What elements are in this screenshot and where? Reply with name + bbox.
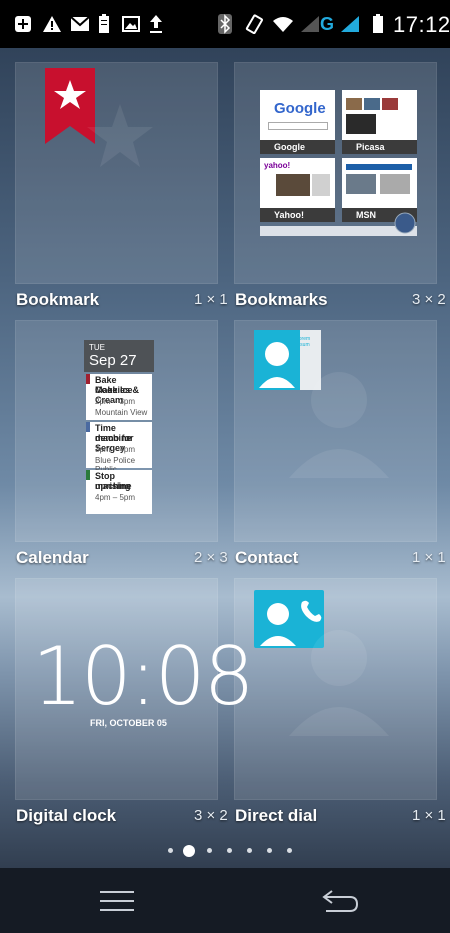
bookmark-thumb-yahoo: yahoo! Yahoo! <box>260 158 335 222</box>
calendar-dow: TUE <box>89 343 105 352</box>
widget-size: 1 × 1 <box>412 549 446 566</box>
widget-name: Calendar <box>16 548 89 567</box>
widget-tile-contact[interactable]: Lorem Ipsum <box>234 320 437 542</box>
signal-icon <box>340 14 360 34</box>
page-dot[interactable] <box>168 848 173 853</box>
page-dot[interactable] <box>227 848 232 853</box>
page-dot[interactable] <box>247 848 252 853</box>
status-time: 17:12 <box>393 12 450 37</box>
widget-size: 1 × 1 <box>412 807 446 824</box>
image-icon <box>122 14 140 34</box>
widget-tile-bookmarks[interactable]: Google Google Picasa yahoo! Yahoo! MSN <box>234 62 437 284</box>
thumb-label: Picasa <box>356 142 385 152</box>
event-time: 2pm – 3pm <box>95 397 136 406</box>
thumb-label: Yahoo! <box>274 210 305 220</box>
event-place: Mountain View <box>95 408 148 417</box>
clock-date: FRI, OCTOBER 05 <box>90 718 167 728</box>
mail-icon <box>70 14 90 34</box>
page-dot[interactable] <box>267 848 272 853</box>
page-dot[interactable] <box>207 848 212 853</box>
widget-name: Direct dial <box>235 806 318 825</box>
page-dot[interactable] <box>287 848 292 853</box>
widget-size: 2 × 3 <box>194 549 228 566</box>
calendar-event: Time machine demo for Sergey 3pm – 4pm B… <box>86 422 152 474</box>
plus-notification-icon <box>14 14 32 34</box>
calendar-date: Sep 27 <box>89 352 137 369</box>
widget-name: Bookmarks <box>235 290 328 309</box>
battery-small-icon <box>98 14 110 34</box>
calendar-event: Stop machine uprising 4pm – 5pm <box>86 470 152 514</box>
star-watermark-icon <box>87 104 153 167</box>
network-type-label: G <box>320 14 335 34</box>
event-title: uprising <box>95 481 131 491</box>
widget-size: 3 × 2 <box>194 807 228 824</box>
status-bar: G 17:12 <box>0 0 450 48</box>
thumb-label: MSN <box>356 210 376 220</box>
warning-icon <box>42 14 62 34</box>
clock-time: 10:08 <box>32 630 255 723</box>
widget-size: 1 × 1 <box>194 291 228 308</box>
calendar-event: Bake Cookies & Make Ice Cream 2pm – 3pm … <box>86 374 152 420</box>
wifi-icon <box>272 14 294 34</box>
menu-icon[interactable] <box>100 890 134 912</box>
event-time: 4pm – 5pm <box>95 493 136 502</box>
person-watermark-icon <box>289 630 389 736</box>
yahoo-logo: yahoo! <box>264 161 291 170</box>
calendar-preview: TUE Sep 27 Bake Cookies & Make Ice Cream… <box>84 340 154 514</box>
calendar-header: TUE Sep 27 <box>84 340 154 372</box>
bookmark-thumb-google: Google Google <box>260 90 335 154</box>
widget-name: Digital clock <box>16 806 117 825</box>
signal-icon <box>300 14 320 34</box>
back-icon[interactable] <box>320 888 360 914</box>
globe-icon <box>394 212 416 234</box>
widget-tile-direct-dial[interactable] <box>234 578 437 800</box>
person-watermark-icon <box>289 372 389 478</box>
bluetooth-icon <box>218 14 232 34</box>
rotate-icon <box>244 14 264 34</box>
navigation-bar <box>0 868 450 933</box>
widget-name: Contact <box>235 548 299 567</box>
widget-size: 3 × 2 <box>412 291 446 308</box>
google-logo: Google <box>274 100 326 117</box>
widget-name: Bookmark <box>16 290 100 309</box>
page-dot-active[interactable] <box>183 845 195 857</box>
battery-icon <box>372 14 384 34</box>
upload-icon <box>148 14 164 34</box>
bookmark-thumb-picasa: Picasa <box>342 90 417 154</box>
thumb-label: Google <box>274 142 305 152</box>
widget-tile-bookmark[interactable] <box>15 62 218 284</box>
event-time: 3pm – 4pm <box>95 445 136 454</box>
widget-picker-screen: G 17:12 Bookmark 1 × 1 Google Google Pic… <box>0 0 450 933</box>
